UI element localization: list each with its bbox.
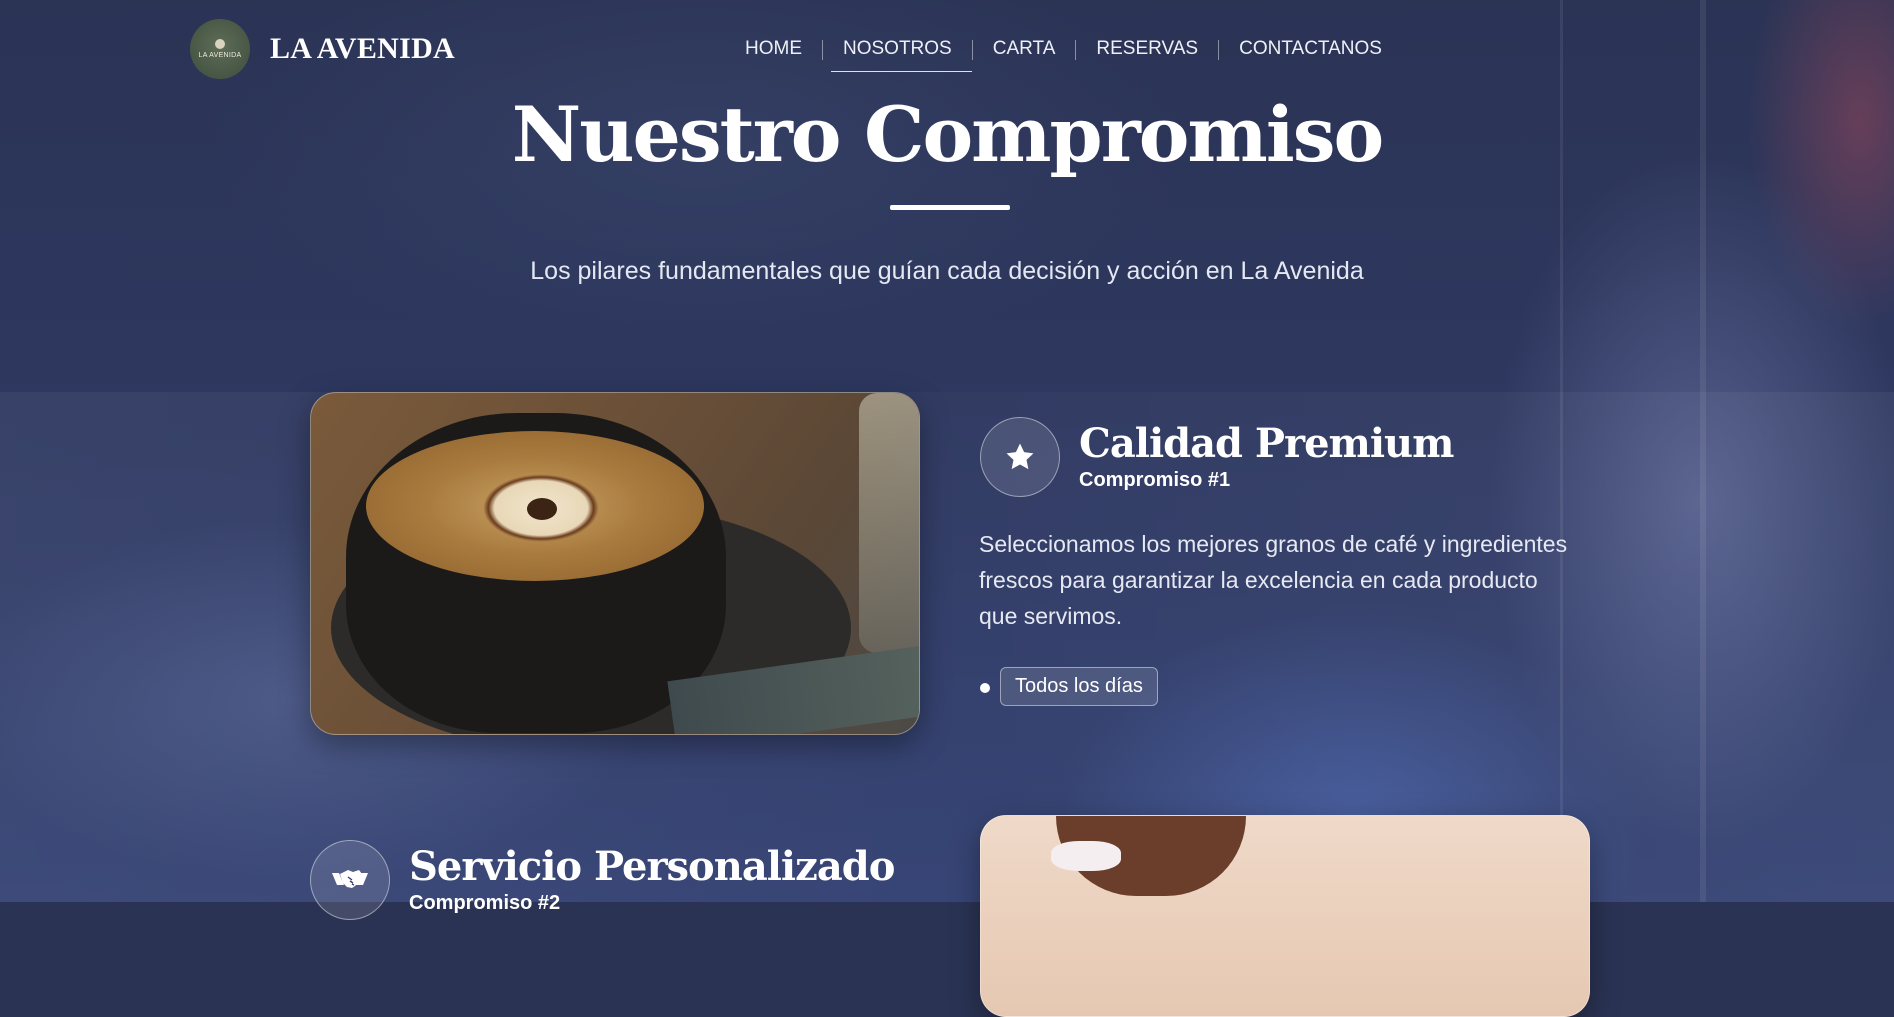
feature-icon-badge — [310, 840, 390, 920]
title-underline — [890, 205, 1010, 210]
nav-home[interactable]: HOME — [725, 28, 822, 72]
coffee-latte-art-photo — [310, 392, 920, 735]
feature-description: Seleccionamos los mejores granos de café… — [979, 531, 1568, 629]
feature-kicker: Compromiso #1 — [1079, 469, 1231, 491]
nav-contactanos[interactable]: CONTACTANOS — [1219, 28, 1402, 72]
logo-text: LA AVENIDA — [198, 52, 242, 59]
feature-kicker: Compromiso #2 — [409, 892, 561, 914]
feature-tag: Todos los días — [1000, 667, 1158, 706]
nav-reservas[interactable]: RESERVAS — [1076, 28, 1218, 72]
handshake-icon — [332, 870, 368, 888]
barista-photo — [980, 815, 1590, 1017]
feature-title: Calidad Premium — [1079, 420, 1454, 467]
main-nav: HOME NOSOTROS CARTA RESERVAS CONTACTANOS — [725, 28, 1402, 72]
logo-badge: LA AVENIDA — [190, 19, 250, 79]
nav-nosotros[interactable]: NOSOTROS — [823, 28, 972, 72]
page-title: Nuestro Compromiso — [511, 90, 1384, 179]
brand-name: LA AVENIDA — [270, 32, 456, 65]
bullet-dot — [980, 683, 990, 693]
star-icon — [1006, 443, 1034, 470]
brand-logo-link[interactable]: LA AVENIDA LA AVENIDA — [190, 19, 455, 79]
nav-carta[interactable]: CARTA — [973, 28, 1076, 72]
feature-title: Servicio Personalizado — [409, 843, 895, 890]
feature-icon-badge — [980, 417, 1060, 497]
logo-emblem-icon — [215, 39, 225, 49]
page-subtitle: Los pilares fundamentales que guían cada… — [530, 257, 1364, 285]
